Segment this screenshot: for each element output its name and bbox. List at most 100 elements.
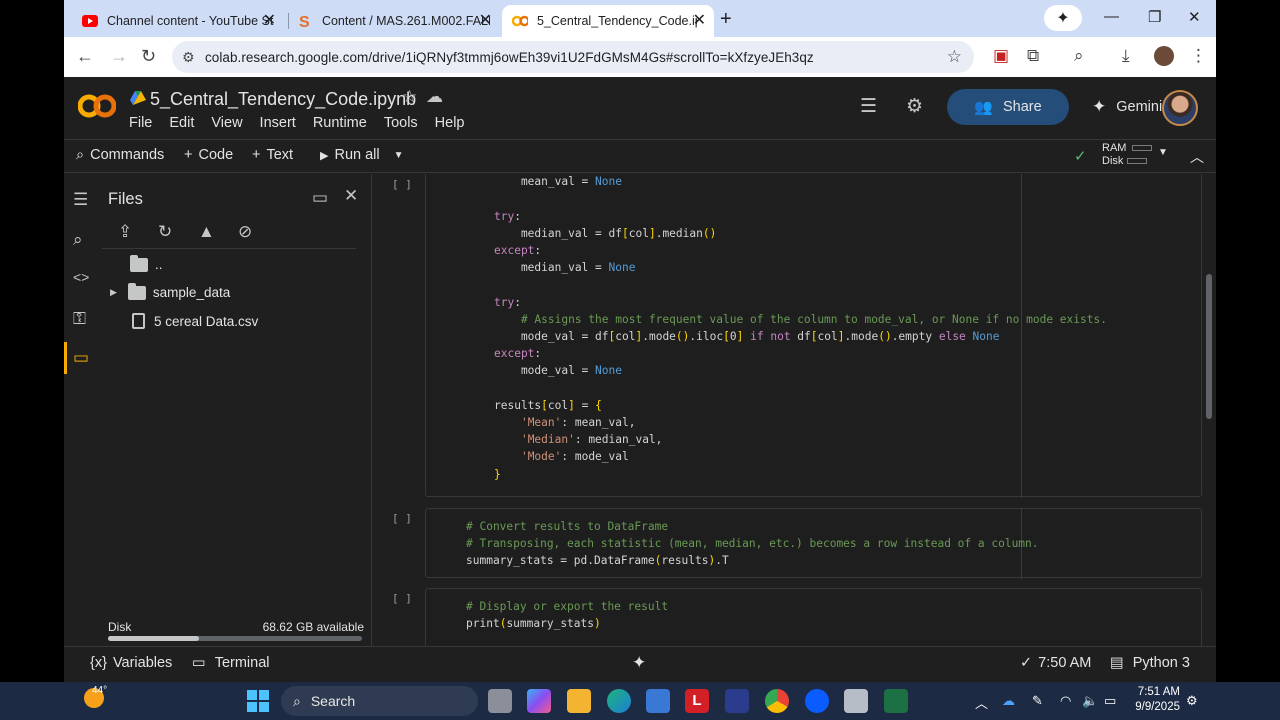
tab-youtube-studio[interactable]: Channel content - YouTube Stu ✕ [72,5,284,37]
tab-colab-notebook[interactable]: 5_Central_Tendency_Code.ipynb ✕ [502,5,714,37]
commands-button[interactable]: ⌕ Commands [76,147,164,163]
notifications-icon[interactable]: ⚙ [1186,693,1198,709]
taskbar-clock[interactable]: 7:51 AM 9/9/2025 [1128,685,1180,715]
code-line[interactable]: median_val = None [494,259,1107,276]
url-text[interactable]: colab.research.google.com/drive/1iQRNyf3… [205,50,814,65]
terminal-button[interactable]: ▭ Terminal [192,655,270,671]
code-line[interactable]: mode_val = df[col].mode().iloc[0] if not… [494,328,1107,345]
hide-files-icon[interactable]: ⊘ [238,222,252,242]
gemini-sparkle-icon[interactable]: ✦ [632,653,646,673]
code-line[interactable]: median_val = df[col].median() [494,225,1107,242]
code-line[interactable]: # Convert results to DataFrame [466,518,1039,535]
execution-status[interactable]: ✓ 7:50 AM [1020,655,1091,671]
download-icon[interactable]: ⤓ [1122,46,1130,66]
table-of-contents-icon[interactable]: ☰ [73,190,88,210]
close-tab-icon[interactable]: ✕ [693,12,706,30]
add-text-button[interactable]: + Text [252,147,293,163]
code-line[interactable]: 'Mean': mean_val, [494,414,1107,431]
menu-insert[interactable]: Insert [260,115,296,131]
menu-tools[interactable]: Tools [384,115,418,131]
find-replace-icon[interactable]: ⌕ [73,230,83,250]
extension-mendeley-icon[interactable]: ▣ [993,46,1009,66]
reload-icon[interactable]: ↻ [141,46,156,66]
file-item-cereal-csv[interactable]: 5 cereal Data.csv [130,313,258,329]
file-explorer-icon[interactable] [567,689,591,713]
expand-chevron-icon[interactable]: ▶ [110,287,117,298]
close-panel-icon[interactable]: ✕ [344,186,358,206]
menu-runtime[interactable]: Runtime [313,115,367,131]
colab-logo-icon[interactable] [78,91,116,121]
excel-icon[interactable] [884,689,908,713]
resources-indicator[interactable]: RAM Disk [1102,142,1153,168]
zoom-icon[interactable] [805,689,829,713]
windows-start-icon[interactable] [246,689,270,713]
tab-search-icon[interactable]: ⌕ [1074,46,1084,66]
code-line[interactable]: 'Median': median_val, [494,431,1107,448]
chrome-icon[interactable] [765,689,789,713]
upload-file-icon[interactable]: ⇪ [118,222,132,242]
extensions-puzzle-icon[interactable]: ⧉ [1027,46,1039,66]
menu-view[interactable]: View [211,115,242,131]
code-cell[interactable]: # Convert results to DataFrame # Transpos… [425,508,1202,579]
store-icon[interactable] [646,689,670,713]
open-in-tab-icon[interactable]: ▭ [312,188,328,208]
volume-icon[interactable]: 🔈 [1082,693,1098,709]
code-editor[interactable]: # Convert results to DataFrame # Transpos… [466,518,1039,570]
comments-icon[interactable]: ☰ [860,95,877,118]
refresh-icon[interactable]: ↻ [158,222,172,242]
code-editor[interactable]: # Display or export the result print(summ… [466,598,668,632]
code-line[interactable]: mean_val = None [494,174,1107,190]
omnibox[interactable]: ⚙ colab.research.google.com/drive/1iQRNy… [172,41,974,73]
file-item-parent[interactable]: .. [130,254,163,272]
runtime-type-button[interactable]: ▤ Python 3 [1110,655,1190,671]
code-line[interactable]: try: [494,294,1107,311]
gemini-button[interactable]: ✦ Gemini [1092,97,1162,117]
close-tab-icon[interactable]: ✕ [479,12,492,30]
user-avatar[interactable] [1162,90,1198,126]
vpn-icon[interactable] [725,689,749,713]
site-info-icon[interactable]: ⚙ [182,49,195,66]
minimize-icon[interactable]: — [1104,8,1119,25]
settings-gear-icon[interactable]: ⚙ [906,95,923,118]
code-line[interactable]: results[col] = { [494,397,1107,414]
snipping-tool-icon[interactable] [844,689,868,713]
resources-dropdown-icon[interactable]: ▼ [1158,147,1168,158]
mount-drive-icon[interactable]: ▲ [198,222,215,242]
tray-chevron-up-icon[interactable]: ︿ [975,693,988,712]
code-line[interactable]: # Transposing, each statistic (mean, med… [466,535,1039,552]
code-line[interactable]: print(summary_stats) [466,615,668,632]
code-line[interactable]: mode_val = None [494,362,1107,379]
menu-help[interactable]: Help [435,115,465,131]
code-snippets-icon[interactable]: <> [73,269,89,285]
pen-icon[interactable]: ✎ [1032,693,1043,709]
close-tab-icon[interactable]: ✕ [263,12,276,30]
file-item-sample-data[interactable]: ▶ sample_data [110,282,230,300]
menu-file[interactable]: File [129,115,152,131]
cloud-saved-icon[interactable]: ☁ [426,87,443,107]
code-line[interactable]: 'Mode': mode_val [494,448,1107,465]
code-line[interactable] [494,380,1107,397]
onedrive-icon[interactable]: ☁ [1002,693,1015,709]
star-notebook-icon[interactable]: ☆ [402,87,417,107]
code-line[interactable]: try: [494,208,1107,225]
task-view-icon[interactable] [488,689,512,713]
wifi-icon[interactable]: ◠ [1060,693,1071,709]
code-line[interactable]: # Assigns the most frequent value of the… [494,311,1107,328]
code-line[interactable]: summary_stats = pd.DataFrame(results).T [466,552,1039,569]
files-folder-icon[interactable]: ▭ [73,348,89,368]
chevron-down-icon[interactable]: ▼ [394,150,404,161]
scrollbar[interactable] [1206,274,1212,419]
gemini-star-icon[interactable]: ✦ [1044,5,1082,31]
share-button[interactable]: 👥 Share [947,89,1069,125]
profile-avatar[interactable] [1154,46,1174,66]
code-editor[interactable]: except: mean_val = None try: median_val … [494,174,1107,483]
m365-icon[interactable] [527,689,551,713]
bookmark-star-icon[interactable]: ☆ [947,47,962,67]
code-line[interactable]: # Display or export the result [466,598,668,615]
code-line[interactable] [494,276,1107,293]
new-tab-icon[interactable]: + [720,8,732,31]
run-all-button[interactable]: ▶ Run all ▼ [320,147,404,163]
code-cell[interactable]: # Display or export the result print(summ… [425,588,1202,646]
menu-edit[interactable]: Edit [169,115,194,131]
collapse-header-icon[interactable]: ︿ [1190,147,1204,167]
